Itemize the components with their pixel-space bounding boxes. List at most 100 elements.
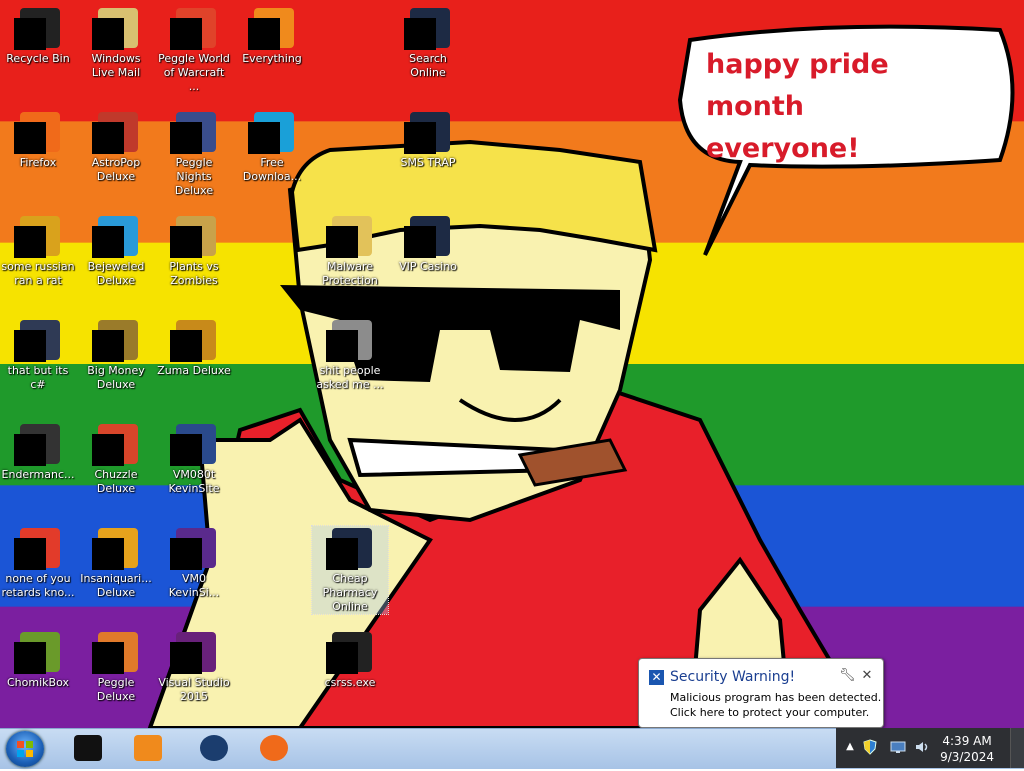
- tray-chevron-up-icon[interactable]: ▲: [842, 739, 858, 755]
- censor-box: [170, 642, 202, 674]
- taskbar-button[interactable]: [122, 731, 174, 765]
- censor-box: [14, 122, 46, 154]
- start-button[interactable]: [6, 731, 44, 767]
- desktop-icon[interactable]: Cheap Pharmacy Online: [311, 525, 389, 615]
- censor-box: [326, 330, 358, 362]
- censor-box: [92, 18, 124, 50]
- desktop-icon[interactable]: Peggle Deluxe: [78, 630, 154, 704]
- desktop-icon[interactable]: Peggle World of Warcraft ...: [156, 6, 232, 94]
- popup-message-line-2[interactable]: Click here to protect your computer.: [670, 706, 869, 719]
- censor-box: [326, 538, 358, 570]
- desktop-icon[interactable]: Endermanc...: [0, 422, 76, 482]
- desktop-icon[interactable]: VM080t KevinSite: [156, 422, 232, 496]
- desktop-icon[interactable]: none of you retards kno...: [0, 526, 76, 600]
- peggle-nights-icon: [170, 110, 218, 154]
- desktop-icon-label: that but its c#: [7, 364, 69, 391]
- arrow-app-icon: [14, 526, 62, 570]
- desktop-icon[interactable]: Chuzzle Deluxe: [78, 422, 154, 496]
- desktop-icon[interactable]: Windows Live Mail: [78, 6, 154, 80]
- desktop-icon[interactable]: SMS TRAP: [390, 110, 466, 170]
- desktop-icon[interactable]: Plants vs Zombies: [156, 214, 232, 288]
- taskbar-clock[interactable]: 4:39 AM 9/3/2024: [940, 733, 994, 765]
- shield-icon: [326, 214, 374, 258]
- desktop-icon[interactable]: Insaniquari... Deluxe: [78, 526, 154, 600]
- security-shield-icon: ✕: [649, 670, 664, 685]
- desktop-icon-label: csrss.exe: [324, 676, 376, 689]
- desktop-icon-label: Bejeweled Deluxe: [87, 260, 145, 287]
- taskbar-button[interactable]: [188, 731, 240, 765]
- desktop-icon[interactable]: Firefox: [0, 110, 76, 170]
- pharmacy-icon: [326, 526, 374, 570]
- firefox-taskbar-icon: [260, 735, 288, 761]
- speech-line-2: everyone!: [706, 133, 860, 164]
- desktop-icon[interactable]: that but its c#: [0, 318, 76, 392]
- clock-date: 9/3/2024: [940, 750, 994, 764]
- desktop-icon[interactable]: Visual Studio 2015: [156, 630, 232, 704]
- desktop-icon[interactable]: Big Money Deluxe: [78, 318, 154, 392]
- desktop-icon-label: Insaniquari... Deluxe: [80, 572, 152, 599]
- desktop-icon-label: Plants vs Zombies: [169, 260, 219, 287]
- taskbar-button[interactable]: [62, 731, 114, 765]
- show-desktop-button[interactable]: [1010, 728, 1024, 768]
- tray-shield-icon[interactable]: [862, 739, 878, 755]
- censor-box: [92, 538, 124, 570]
- money-bag-icon: [92, 318, 140, 362]
- casino-icon: [404, 214, 452, 258]
- windows-logo-icon: [17, 741, 33, 757]
- censor-box: [248, 122, 280, 154]
- console-icon: [326, 630, 374, 674]
- popup-close-button[interactable]: ✕: [859, 668, 875, 684]
- desktop-icon-label: Windows Live Mail: [91, 52, 141, 79]
- censor-box: [170, 226, 202, 258]
- media-player-icon: [134, 735, 162, 761]
- desktop-icon[interactable]: Malware Protection: [312, 214, 388, 288]
- taskbar-button[interactable]: [248, 731, 300, 765]
- desktop-icon[interactable]: Search Online: [390, 6, 466, 80]
- security-warning-popup[interactable]: ✕ Security Warning! 🔧︎ ✕ Malicious progr…: [638, 658, 884, 728]
- censor-box: [14, 330, 46, 362]
- censor-box: [92, 122, 124, 154]
- censor-box: [326, 642, 358, 674]
- censor-box: [170, 18, 202, 50]
- desktop-icon-label: Everything: [242, 52, 302, 65]
- desktop-icon[interactable]: Recycle Bin: [0, 6, 76, 66]
- black-app-icon: [74, 735, 102, 761]
- clock-time: 4:39 AM: [942, 734, 992, 748]
- terminal-icon: [14, 422, 62, 466]
- desktop-icon-label: Cheap Pharmacy Online: [322, 572, 378, 613]
- desktop-icon-label: Malware Protection: [322, 260, 378, 287]
- globe-app-icon: [200, 735, 228, 761]
- chomikbox-icon: [14, 630, 62, 674]
- desktop-icon[interactable]: csrss.exe: [312, 630, 388, 690]
- desktop-icon[interactable]: Free Downloa...: [234, 110, 310, 184]
- desktop-icon[interactable]: Peggle Nights Deluxe: [156, 110, 232, 198]
- censor-box: [14, 226, 46, 258]
- desktop-icon-label: shit people asked me ...: [316, 364, 384, 391]
- desktop-icon[interactable]: VIP Casino: [390, 214, 466, 274]
- censor-box: [14, 18, 46, 50]
- desktop-icon[interactable]: shit people asked me ...: [312, 318, 388, 392]
- censor-box: [170, 538, 202, 570]
- desktop-icon-label: Zuma Deluxe: [157, 364, 231, 377]
- censor-box: [404, 122, 436, 154]
- globe-icon: [404, 6, 452, 50]
- censor-box: [170, 122, 202, 154]
- desktop-icon-label: Endermanc...: [1, 468, 75, 481]
- tray-volume-icon[interactable]: [914, 739, 930, 755]
- censor-box: [92, 226, 124, 258]
- desktop-icon[interactable]: some russian ran a rat: [0, 214, 76, 288]
- desktop-icon[interactable]: VM0 KevinSi...: [156, 526, 232, 600]
- tray-network-icon[interactable]: [890, 739, 906, 755]
- desktop-icon[interactable]: Everything: [234, 6, 310, 66]
- folder-icon: [326, 318, 374, 362]
- desktop-icon[interactable]: AstroPop Deluxe: [78, 110, 154, 184]
- censor-box: [14, 538, 46, 570]
- desktop-icon[interactable]: ChomikBox: [0, 630, 76, 690]
- astropop-icon: [92, 110, 140, 154]
- desktop-icon-label: VM0 KevinSi...: [168, 572, 220, 599]
- desktop-icon-label: ChomikBox: [7, 676, 69, 689]
- search-app-icon: [248, 6, 296, 50]
- popup-pin-icon[interactable]: 🔧︎: [839, 668, 856, 684]
- desktop-icon[interactable]: Zuma Deluxe: [156, 318, 232, 378]
- desktop-icon[interactable]: Bejeweled Deluxe: [78, 214, 154, 288]
